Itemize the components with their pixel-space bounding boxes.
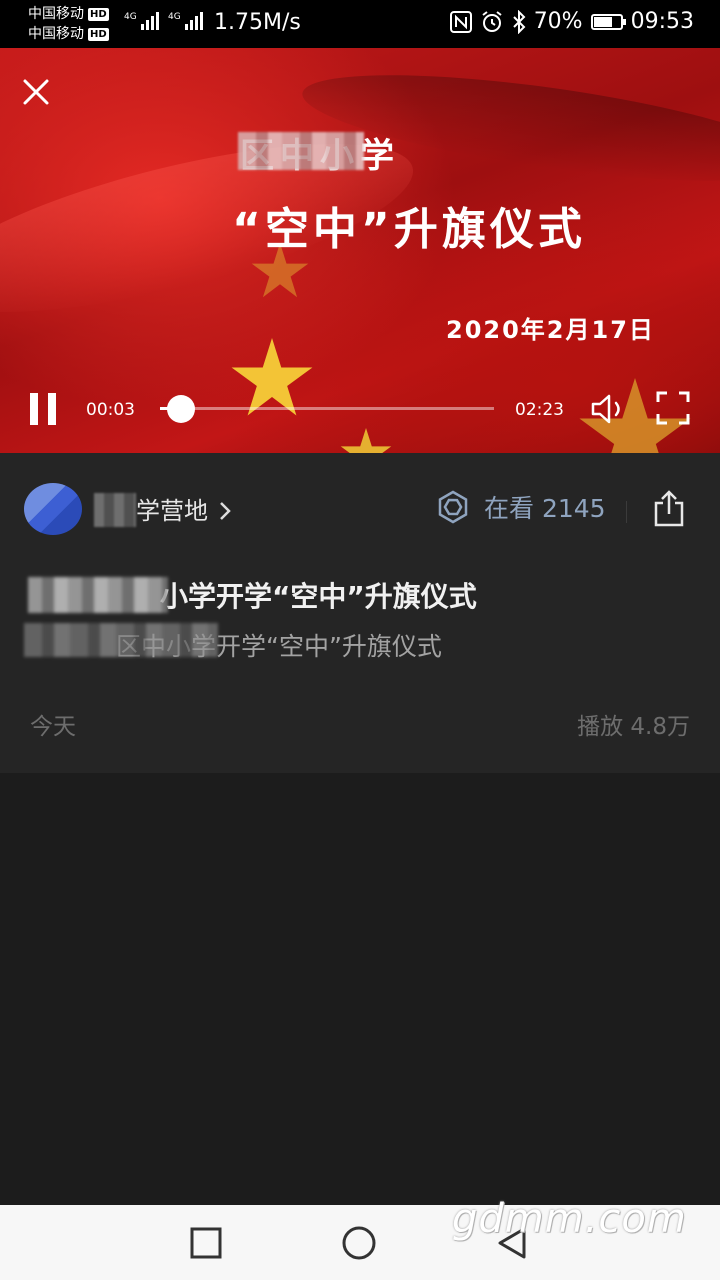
divider bbox=[626, 501, 627, 523]
total-time: 02:23 bbox=[515, 400, 564, 420]
chevron-right-icon[interactable] bbox=[218, 500, 232, 522]
nfc-icon bbox=[449, 10, 472, 33]
watching-icon bbox=[438, 490, 468, 524]
video-info-panel: 学营地 在看 2145 小学开学“空中”升旗仪式 区中小学开学“空中”升旗仪式 … bbox=[0, 453, 720, 773]
carrier-2: 中国移动 bbox=[28, 26, 84, 42]
fullscreen-icon[interactable] bbox=[656, 391, 690, 425]
watermark: gdmm.com bbox=[452, 1196, 687, 1242]
share-icon[interactable] bbox=[652, 489, 686, 527]
close-icon[interactable] bbox=[20, 76, 52, 108]
progress-handle[interactable] bbox=[166, 395, 195, 423]
recent-apps-icon[interactable] bbox=[188, 1225, 224, 1261]
network-label: 4G bbox=[168, 12, 181, 22]
publish-date: 今天 bbox=[30, 714, 76, 740]
watching-label: 在看 2145 bbox=[484, 494, 606, 523]
account-name[interactable]: 学营地 bbox=[136, 491, 208, 526]
flag-star-icon bbox=[231, 338, 313, 416]
network-label: 4G bbox=[124, 12, 137, 22]
redacted-region bbox=[94, 493, 136, 527]
current-time: 00:03 bbox=[86, 400, 135, 420]
clock: 09:53 bbox=[630, 9, 694, 34]
carrier-1: 中国移动 bbox=[28, 6, 84, 22]
status-bar: 中国移动 HD 中国移动 HD 4G 4G 1.75M/s 70% 09:53 bbox=[0, 0, 720, 48]
home-icon[interactable] bbox=[341, 1225, 377, 1261]
video-title-line2: “空中”升旗仪式 bbox=[232, 204, 586, 255]
alarm-icon bbox=[482, 10, 502, 32]
status-right: 70% 09:53 bbox=[449, 9, 694, 34]
bluetooth-icon bbox=[512, 9, 526, 34]
volume-icon[interactable] bbox=[590, 392, 630, 426]
signal-icon: 4G bbox=[124, 12, 159, 30]
play-count: 播放 4.8万 bbox=[577, 714, 690, 740]
carrier-info: 中国移动 HD 中国移动 HD bbox=[28, 4, 109, 44]
article-title[interactable]: 小学开学“空中”升旗仪式 bbox=[160, 575, 477, 615]
network-speed: 1.75M/s bbox=[214, 10, 301, 35]
video-date: 2020年2月17日 bbox=[446, 316, 655, 344]
battery-icon bbox=[590, 13, 626, 30]
flag-star-icon bbox=[340, 428, 392, 453]
watching-count[interactable]: 在看 2145 bbox=[436, 489, 606, 525]
hd-badge: HD bbox=[88, 7, 109, 21]
progress-bar[interactable] bbox=[160, 395, 494, 423]
avatar[interactable] bbox=[24, 483, 82, 535]
video-player[interactable]: 区中小学 “空中”升旗仪式 2020年2月17日 00:03 02:23 bbox=[0, 48, 720, 453]
signal-icon: 4G bbox=[168, 12, 203, 30]
redacted-region bbox=[24, 623, 218, 657]
battery-percent: 70% bbox=[533, 9, 583, 34]
hd-badge: HD bbox=[88, 27, 109, 41]
redacted-region bbox=[238, 132, 364, 170]
redacted-region bbox=[28, 577, 168, 613]
pause-button[interactable] bbox=[30, 393, 58, 425]
